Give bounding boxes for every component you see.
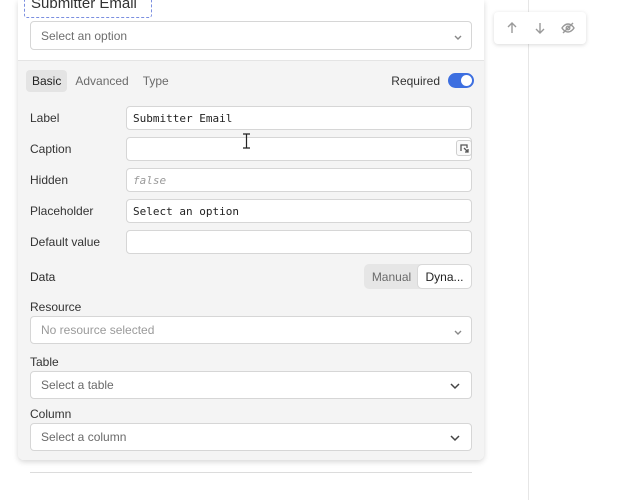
table-select-text: Select a table: [41, 378, 114, 392]
caption-field-label: Caption: [30, 142, 72, 156]
caption-input[interactable]: [126, 137, 472, 161]
placeholder-input[interactable]: Select an option: [126, 199, 472, 223]
settings-panel: Basic Advanced Type Required Label Submi…: [18, 60, 484, 460]
hidden-input[interactable]: false: [126, 168, 472, 192]
text-cursor-icon: [242, 133, 251, 152]
required-toggle[interactable]: [448, 73, 474, 88]
chevron-down-icon: [453, 326, 463, 340]
resource-select[interactable]: No resource selected: [30, 316, 472, 344]
move-up-button[interactable]: [501, 17, 523, 39]
hide-button[interactable]: [557, 17, 579, 39]
component-card: Submitter Email Select an option Basic A…: [18, 0, 484, 460]
arrow-up-icon: [507, 22, 517, 33]
tab-basic[interactable]: Basic: [26, 70, 68, 92]
label-input[interactable]: Submitter Email: [126, 106, 472, 130]
expand-editor-icon: [460, 144, 469, 153]
tab-type[interactable]: Type: [137, 70, 175, 92]
resource-label: Resource: [30, 300, 82, 314]
arrow-down-icon: [535, 23, 545, 34]
default-value-input[interactable]: [126, 230, 472, 254]
label-row: Label Submitter Email: [30, 106, 472, 130]
preview-select-text: Select an option: [41, 28, 128, 43]
data-option-dynamic[interactable]: Dyna...: [418, 265, 471, 288]
required-control: Required: [391, 73, 474, 88]
column-select[interactable]: Select a column: [30, 423, 472, 451]
chevron-down-icon: [449, 380, 461, 395]
move-down-button[interactable]: [529, 17, 551, 39]
bottom-divider: [30, 472, 472, 473]
chevron-down-icon: [449, 432, 461, 447]
default-value-field-label: Default value: [30, 235, 101, 249]
data-option-manual[interactable]: Manual: [365, 265, 418, 288]
caption-expand-button[interactable]: [456, 140, 472, 156]
component-label-text: Submitter Email: [31, 0, 137, 12]
resource-select-text: No resource selected: [41, 323, 155, 337]
hidden-row: Hidden false: [30, 168, 472, 192]
hidden-field-label: Hidden: [30, 173, 69, 187]
right-panel-divider: [528, 0, 529, 500]
default-value-row: Default value: [30, 230, 472, 254]
data-label: Data: [30, 270, 56, 284]
preview-select[interactable]: Select an option: [30, 21, 472, 50]
component-toolbar: [494, 12, 586, 44]
data-source-segmented: Manual Dyna...: [364, 264, 472, 289]
table-label: Table: [30, 355, 59, 369]
required-label: Required: [391, 73, 440, 88]
placeholder-field-label: Placeholder: [30, 204, 94, 218]
caption-row: Caption: [30, 137, 472, 161]
label-field-label: Label: [30, 111, 60, 125]
table-select[interactable]: Select a table: [30, 371, 472, 399]
column-label: Column: [30, 407, 72, 421]
chevron-down-icon: [453, 31, 463, 45]
component-label-box[interactable]: Submitter Email: [24, 0, 152, 18]
data-row: Data Manual Dyna...: [30, 264, 472, 290]
eye-off-icon: [561, 22, 575, 34]
tab-advanced[interactable]: Advanced: [69, 70, 134, 92]
placeholder-row: Placeholder Select an option: [30, 199, 472, 223]
settings-tabs: Basic Advanced Type: [26, 70, 175, 92]
column-select-text: Select a column: [41, 430, 127, 444]
